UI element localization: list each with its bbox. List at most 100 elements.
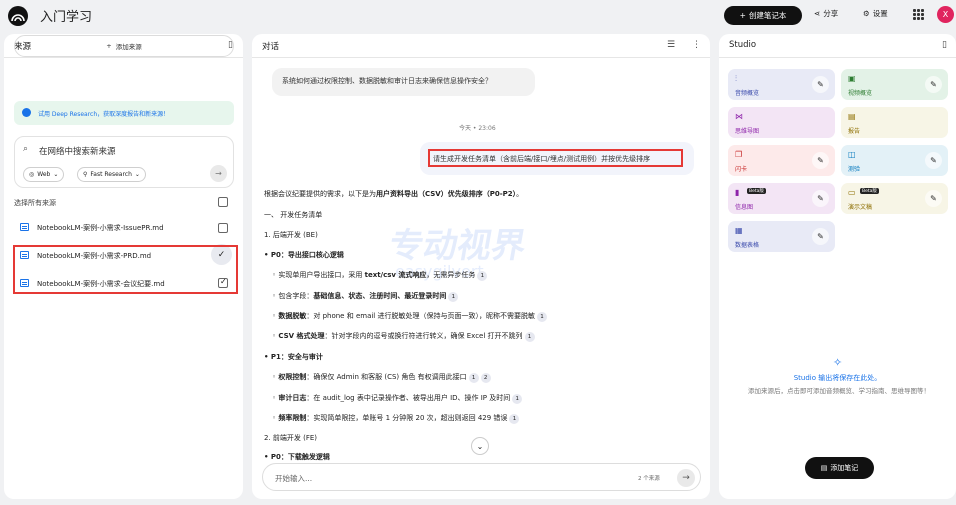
- chat-input-box[interactable]: 开始输入... 2 个来源 →: [262, 463, 701, 491]
- more-vert-icon[interactable]: ⋮: [692, 40, 701, 50]
- web-search-box: ⌕ 在网络中搜索新来源 ◎ Web ⌄ ⚲ Fast Research ⌄ →: [14, 136, 234, 188]
- answer-bullet: ◦ 包含字段：基础信息、状态、注册时间、最近登录时间 1: [272, 291, 459, 302]
- pencil-icon[interactable]: ✎: [812, 190, 829, 207]
- settings-label: 设置: [872, 9, 888, 18]
- report-icon: ▤: [848, 112, 856, 121]
- add-note-button[interactable]: ▤ 添加笔记: [805, 457, 874, 479]
- plus-icon: +: [739, 11, 746, 20]
- user-avatar[interactable]: X: [937, 6, 954, 23]
- pencil-icon[interactable]: ✎: [812, 228, 829, 245]
- share-icon: ⋖: [814, 9, 821, 18]
- scroll-down-button[interactable]: ⌄: [471, 437, 489, 455]
- share-button[interactable]: ⋖ 分享: [814, 8, 838, 19]
- deep-research-text: 试用 Deep Research，获取深度报告和新来源！: [38, 110, 170, 118]
- studio-card-video[interactable]: ▣ 视频概览 ✎: [841, 69, 948, 100]
- plus-icon: +: [106, 42, 112, 50]
- top-bar: 入门学习 + 创建笔记本 ⋖ 分享 ⚙ 设置 X: [0, 0, 956, 32]
- citation-chip[interactable]: 1: [536, 312, 547, 322]
- studio-card-report[interactable]: ▤ 报告: [841, 107, 948, 138]
- studio-card-slides[interactable]: ▭ Beta版演示文稿 ✎: [841, 183, 948, 214]
- chat-input[interactable]: 开始输入...: [275, 473, 312, 484]
- chevron-down-icon: ⌄: [134, 171, 140, 178]
- studio-title: Studio: [729, 40, 757, 50]
- studio-card-label: 信息图: [735, 204, 754, 211]
- flashcard-icon: ❐: [735, 150, 743, 159]
- slides-icon: ▭: [848, 188, 856, 197]
- globe-icon: ◎: [29, 171, 35, 178]
- studio-card-audio[interactable]: ⫶ 音频概览 ✎: [728, 69, 835, 100]
- studio-card-infographic[interactable]: ▮ Beta版信息图 ✎: [728, 183, 835, 214]
- timestamp: 今天 • 23:06: [459, 125, 496, 132]
- source-checkbox[interactable]: [218, 223, 228, 233]
- studio-card-label: 演示文稿: [848, 204, 873, 211]
- web-source-dropdown[interactable]: ◎ Web ⌄: [23, 167, 65, 182]
- beta-badge: Beta版: [747, 188, 766, 194]
- studio-card-label: 闪卡: [735, 166, 748, 173]
- research-mode-dropdown[interactable]: ⚲ Fast Research ⌄: [77, 167, 146, 182]
- quiz-icon: ◫: [848, 150, 856, 159]
- pencil-icon[interactable]: ✎: [812, 76, 829, 93]
- citation-chip[interactable]: 1: [512, 394, 523, 404]
- note-icon: ▤: [820, 464, 828, 472]
- search-submit-button[interactable]: →: [210, 165, 227, 182]
- user-message: 系统如何通过权限控制、数据脱敏和审计日志来确保信息操作安全？: [272, 68, 535, 96]
- answer-section-heading: 一、 开发任务清单: [264, 211, 323, 219]
- answer-subheading: 2. 前端开发 (FE): [264, 434, 318, 442]
- video-icon: ▣: [848, 74, 856, 83]
- answer-intro: 根据会议纪要提供的需求，以下是为用户资料导出（CSV）优先级排序（P0-P2）。: [264, 190, 524, 198]
- notebook-title[interactable]: 入门学习: [40, 6, 92, 25]
- notebooklm-logo-icon[interactable]: [8, 6, 28, 26]
- pencil-icon[interactable]: ✎: [925, 190, 942, 207]
- tune-icon[interactable]: ☰: [667, 40, 675, 50]
- citation-chip[interactable]: 2: [480, 373, 491, 383]
- web-search-input[interactable]: 在网络中搜索新来源: [39, 145, 116, 157]
- answer-subheading: 1. 后端开发 (BE): [264, 231, 318, 239]
- research-icon: ⚲: [83, 171, 88, 178]
- pencil-icon[interactable]: ✎: [925, 76, 942, 93]
- studio-empty-description: 添加来源后，点击即可添加音频概览、学习指南、思维导图等！: [748, 387, 930, 395]
- studio-card-mindmap[interactable]: ⋈ 思维导图: [728, 107, 835, 138]
- apps-grid-icon[interactable]: [913, 9, 924, 20]
- citation-chip[interactable]: 1: [477, 271, 488, 281]
- settings-button[interactable]: ⚙ 设置: [863, 8, 888, 19]
- citation-chip[interactable]: 1: [524, 332, 535, 342]
- magic-wand-icon: ✧: [833, 356, 843, 369]
- beta-badge: Beta版: [860, 188, 879, 194]
- studio-card-quiz[interactable]: ◫ 测验 ✎: [841, 145, 948, 176]
- search-icon: ⌕: [23, 144, 29, 154]
- studio-empty-title: Studio 输出将保存在此处。: [793, 374, 882, 382]
- pencil-icon[interactable]: ✎: [812, 152, 829, 169]
- answer-bullet: ◦ 频率限制：实现简单限控，单账号 1 分钟限 20 次，超出则返回 429 错…: [272, 413, 520, 424]
- add-source-button[interactable]: + 添加来源: [14, 35, 234, 57]
- citation-chip[interactable]: 1: [509, 414, 520, 424]
- chat-title: 对话: [262, 42, 280, 52]
- studio-card-label: 视频概览: [848, 90, 873, 97]
- studio-card-label: 测验: [848, 166, 861, 173]
- deep-research-banner[interactable]: 试用 Deep Research，获取深度报告和新来源！: [14, 101, 234, 125]
- source-item[interactable]: NotebookLM-案例-小需求-IssuePR.md: [14, 216, 236, 240]
- studio-card-flashcard[interactable]: ❐ 闪卡 ✎: [728, 145, 835, 176]
- source-label: NotebookLM-案例-小需求-IssuePR.md: [37, 224, 164, 232]
- send-button[interactable]: →: [677, 469, 695, 487]
- answer-priority-heading: • P0：导出接口核心逻辑: [264, 251, 344, 259]
- studio-panel: Studio ▯: [719, 34, 956, 499]
- citation-chip[interactable]: 1: [448, 292, 459, 302]
- watermark-logo: 专动视界: [385, 226, 529, 266]
- pencil-icon[interactable]: ✎: [925, 152, 942, 169]
- studio-card-table[interactable]: ▦ 数据表格 ✎: [728, 221, 835, 252]
- citation-chip[interactable]: 1: [468, 373, 479, 383]
- add-note-label: 添加笔记: [830, 464, 859, 472]
- document-icon: [20, 223, 29, 231]
- infographic-icon: ▮: [735, 188, 740, 197]
- mindmap-icon: ⋈: [735, 112, 743, 121]
- create-notebook-button[interactable]: + 创建笔记本: [724, 6, 802, 25]
- answer-bullet: ◦ 实现单用户导出接口，采用 text/csv 流式响应，无需异步任务 1: [272, 270, 488, 281]
- select-all-checkbox[interactable]: [218, 197, 228, 207]
- studio-card-label: 音频概览: [735, 90, 760, 97]
- highlighted-user-message: 请生成开发任务清单（含前后端/接口/埋点/测试用例）并按优先级排序: [428, 149, 683, 167]
- share-label: 分享: [823, 9, 839, 18]
- collapse-panel-icon[interactable]: ▯: [942, 40, 947, 50]
- gear-icon: ⚙: [863, 9, 870, 18]
- source-count: 2 个来源: [638, 476, 660, 482]
- chat-panel-header: 对话 ☰ ⋮: [252, 34, 710, 58]
